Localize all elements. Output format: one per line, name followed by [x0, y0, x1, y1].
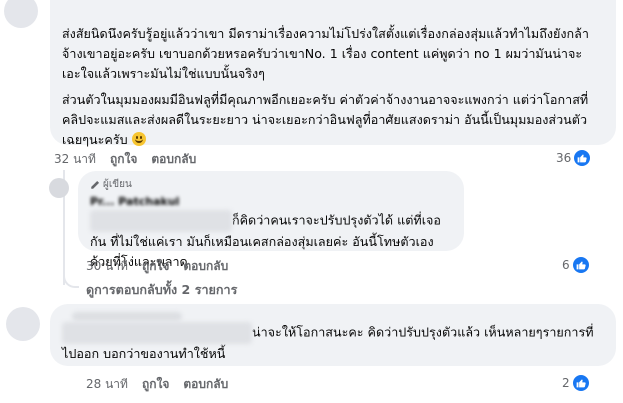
comment-meta: 28 นาที ถูกใจ ตอบกลับ	[86, 375, 242, 394]
thread-curve	[63, 272, 79, 288]
like-button[interactable]: ถูกใจ	[110, 150, 137, 169]
author-name[interactable]: Pr... Patchakul	[90, 195, 452, 208]
author-avatar[interactable]	[49, 178, 69, 198]
pencil-icon	[91, 180, 100, 189]
commenter-name-redacted[interactable]	[72, 312, 182, 321]
comment-time[interactable]: 32 นาที	[54, 150, 96, 169]
reply-button[interactable]: ตอบกลับ	[183, 375, 228, 394]
like-button[interactable]: ถูกใจ	[142, 375, 169, 394]
comment-meta: 32 นาที ถูกใจ ตอบกลับ	[54, 150, 210, 169]
reaction-number: 6	[562, 258, 570, 272]
reaction-count[interactable]: 6	[562, 257, 589, 273]
author-badge: ผู้เขียน	[90, 177, 452, 192]
redacted-text	[62, 322, 252, 344]
reply-button[interactable]: ตอบกลับ	[151, 150, 196, 169]
reply-time[interactable]: 30 นาที	[86, 257, 128, 276]
comment-bubble: น่าจะให้โอกาสนะคะ คิดว่าปรับปรุงตัวแล้ว …	[50, 304, 616, 366]
thumbs-up-icon	[572, 375, 589, 391]
smile-emoji-icon	[131, 132, 146, 146]
commenter-avatar[interactable]	[6, 307, 40, 341]
comment-paragraph: ส่งสัยนิดนึงครับรู้อยู่แล้วว่าเขา มีดราม…	[62, 26, 589, 81]
reaction-number: 2	[562, 376, 570, 390]
comment-paragraph: ส่วนตัวในมุมมองผมมีอินฟลูที่มีคุณภาพอีกเ…	[62, 92, 589, 147]
thumbs-up-icon	[574, 150, 591, 166]
comment-bubble: ส่งสัยนิดนึงครับรู้อยู่แล้วว่าเขา มีดราม…	[50, 0, 616, 147]
reaction-count[interactable]: 36	[556, 150, 591, 166]
reply-button[interactable]: ตอบกลับ	[183, 257, 228, 276]
redacted-text	[90, 210, 232, 232]
reply-bubble: ผู้เขียน Pr... Patchakul ก็คิดว่าคนเราจะ…	[78, 171, 464, 269]
like-button[interactable]: ถูกใจ	[142, 257, 169, 276]
reaction-count[interactable]: 2	[562, 375, 589, 391]
reaction-number: 36	[556, 151, 572, 165]
author-badge-label: ผู้เขียน	[103, 179, 132, 190]
thumbs-up-icon	[572, 257, 589, 273]
reply-meta: 30 นาที ถูกใจ ตอบกลับ	[86, 257, 242, 276]
commenter-avatar[interactable]	[4, 0, 38, 28]
comment-time[interactable]: 28 นาที	[86, 375, 128, 394]
view-all-replies-link[interactable]: ดูการตอบกลับทั้ง 2 รายการ	[86, 280, 237, 300]
